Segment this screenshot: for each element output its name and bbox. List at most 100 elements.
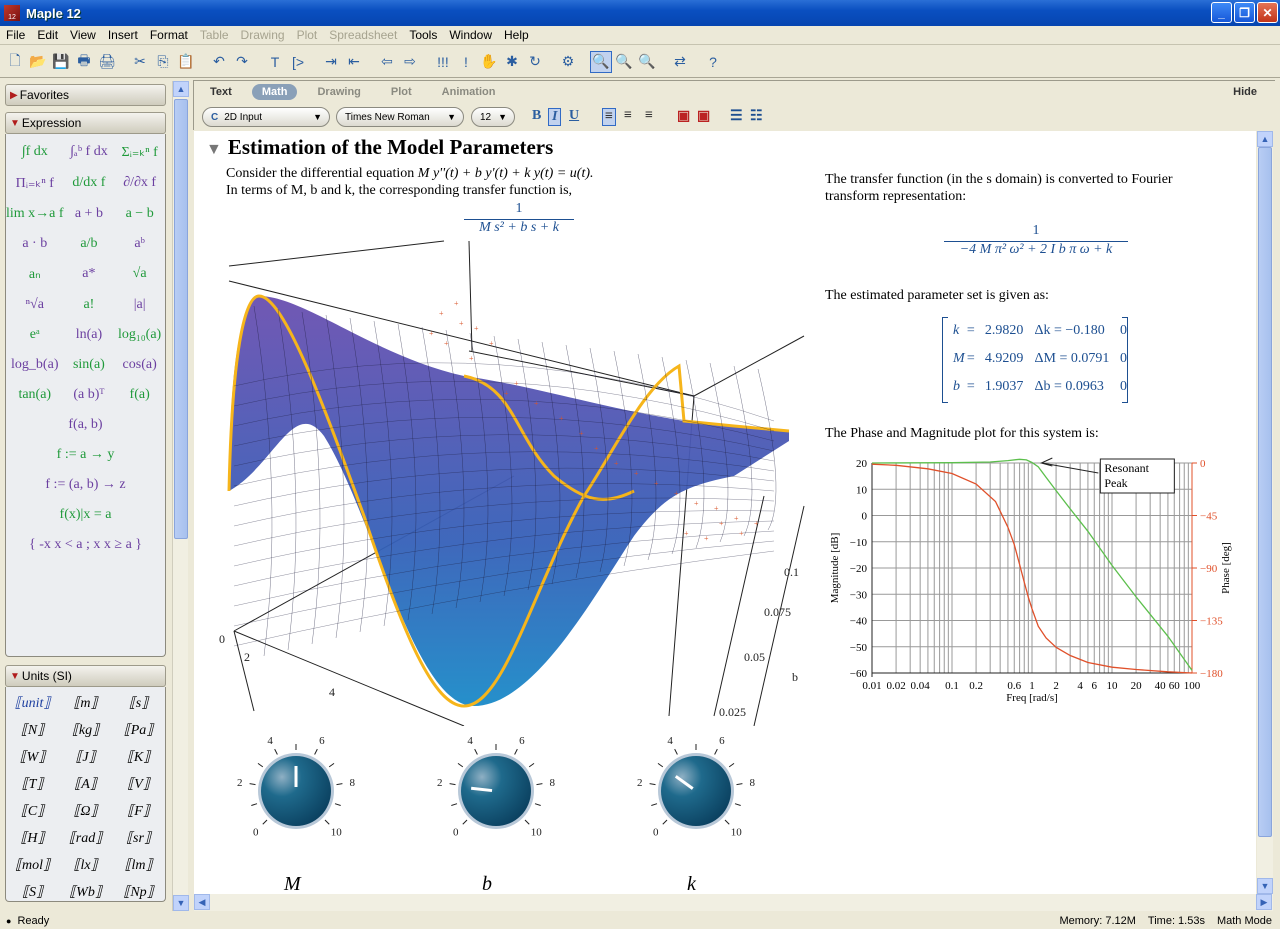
- unit-template[interactable]: ⟦W⟧: [6, 746, 59, 769]
- execution-group-button[interactable]: [>: [287, 51, 309, 73]
- minimize-button[interactable]: _: [1211, 2, 1232, 23]
- close-button[interactable]: ✕: [1257, 2, 1278, 23]
- expression-template[interactable]: a/b: [64, 232, 115, 256]
- restore-button[interactable]: ❐: [1234, 2, 1255, 23]
- menu-window[interactable]: Window: [443, 28, 498, 42]
- surface-plot-3d[interactable]: ++++++++++++++++++++++++++0240.10.0750.0…: [214, 236, 814, 726]
- parameter-matrix[interactable]: k = 2.9820 Δk = −0.180 0 M = 4.9209 ΔM = 0.0…: [942, 317, 1128, 403]
- unit-template[interactable]: ⟦S⟧: [6, 881, 59, 901]
- indent-button[interactable]: ⇥: [320, 51, 342, 73]
- menu-view[interactable]: View: [64, 28, 102, 42]
- expression-template[interactable]: a − b: [114, 202, 165, 226]
- menu-plot[interactable]: Plot: [291, 28, 324, 42]
- expression-template[interactable]: a + b: [64, 202, 115, 226]
- open-button[interactable]: 📂: [27, 51, 49, 73]
- align-center-button[interactable]: ≡: [624, 108, 632, 124]
- mode-tab-animation[interactable]: Animation: [432, 84, 506, 100]
- text-button[interactable]: T: [264, 51, 286, 73]
- input-mode-select[interactable]: C 2D Input ▼: [202, 107, 330, 127]
- bold-button[interactable]: B: [532, 108, 541, 124]
- expression-template[interactable]: Σᵢ₌ₖⁿ f: [114, 140, 165, 165]
- unit-template[interactable]: ⟦Np⟧: [112, 881, 165, 901]
- transfer-function[interactable]: 1M s² + b s + k: [464, 201, 574, 236]
- palette-header-expression[interactable]: ▼ Expression: [5, 112, 166, 134]
- palette-scrollbar[interactable]: ▲ ▼: [172, 81, 189, 911]
- maple-app-icon[interactable]: 12: [4, 5, 20, 21]
- unit-template[interactable]: ⟦Pa⟧: [112, 719, 165, 742]
- expression-template[interactable]: f(a, b): [6, 413, 165, 437]
- unit-template[interactable]: ⟦K⟧: [112, 746, 165, 769]
- toggle-input-button[interactable]: ⇄: [669, 51, 691, 73]
- expression-template[interactable]: eᵃ: [6, 323, 64, 347]
- knob-m[interactable]: 0 2 4 6 8 10: [237, 736, 356, 838]
- undo-button[interactable]: ↶: [208, 51, 230, 73]
- expression-template[interactable]: ln(a): [64, 323, 115, 347]
- section-heading[interactable]: ▼ Estimation of the Model Parameters: [206, 135, 553, 160]
- mode-tab-plot[interactable]: Plot: [381, 84, 422, 100]
- execute-button[interactable]: !: [455, 51, 477, 73]
- text-color-button[interactable]: ▣: [677, 108, 690, 125]
- copy-button[interactable]: ⎘: [152, 51, 174, 73]
- hide-button[interactable]: Hide: [1233, 86, 1257, 98]
- expression-template[interactable]: ∫f dx: [6, 140, 64, 165]
- execute-all-button[interactable]: !!!: [432, 51, 454, 73]
- italic-button[interactable]: I: [548, 108, 562, 126]
- menu-table[interactable]: Table: [194, 28, 235, 42]
- mode-tab-text[interactable]: Text: [200, 84, 242, 100]
- unit-template[interactable]: ⟦J⟧: [59, 746, 112, 769]
- scroll-thumb[interactable]: [174, 99, 188, 539]
- unit-template[interactable]: ⟦V⟧: [112, 773, 165, 796]
- expression-template[interactable]: √a: [114, 262, 165, 287]
- scroll-down-button[interactable]: ▼: [1257, 878, 1273, 894]
- numbered-list-button[interactable]: ☷: [750, 108, 763, 125]
- unit-template[interactable]: ⟦lm⟧: [112, 854, 165, 877]
- expression-template[interactable]: f := (a, b) → z: [6, 473, 165, 497]
- unit-template[interactable]: ⟦lx⟧: [59, 854, 112, 877]
- unit-template[interactable]: ⟦H⟧: [6, 827, 59, 850]
- unit-template[interactable]: ⟦F⟧: [112, 800, 165, 823]
- menu-insert[interactable]: Insert: [102, 28, 144, 42]
- redo-button[interactable]: ↷: [231, 51, 253, 73]
- restart-button[interactable]: ↻: [524, 51, 546, 73]
- palette-header-favorites[interactable]: ▶ Favorites: [5, 84, 166, 106]
- expression-template[interactable]: d/dx f: [64, 171, 115, 196]
- menu-drawing[interactable]: Drawing: [235, 28, 291, 42]
- expression-template[interactable]: log_b(a): [6, 353, 64, 377]
- align-left-button[interactable]: ≡: [602, 108, 616, 126]
- menu-help[interactable]: Help: [498, 28, 535, 42]
- debug-button[interactable]: ✱: [501, 51, 523, 73]
- unit-template[interactable]: ⟦rad⟧: [59, 827, 112, 850]
- expression-template[interactable]: a*: [64, 262, 115, 287]
- expression-template[interactable]: tan(a): [6, 383, 64, 407]
- fourier-transfer-function[interactable]: 1 −4 M π² ω² + 2 I b π ω + k: [944, 223, 1128, 258]
- horizontal-scrollbar[interactable]: ◀ ▶: [194, 894, 1273, 911]
- expression-template[interactable]: ⁿ√a: [6, 293, 64, 317]
- knob-b[interactable]: 0 2 4 6 8 10: [437, 736, 556, 838]
- expression-template[interactable]: Πᵢ₌ₖⁿ f: [6, 171, 64, 196]
- expression-template[interactable]: log₁₀(a): [114, 323, 165, 347]
- save-button[interactable]: 💾: [50, 51, 72, 73]
- unit-template[interactable]: ⟦Ω⟧: [59, 800, 112, 823]
- scroll-up-button[interactable]: ▲: [173, 81, 189, 97]
- bullet-list-button[interactable]: ☰: [730, 108, 743, 125]
- unit-template[interactable]: ⟦C⟧: [6, 800, 59, 823]
- new-button[interactable]: 🗋: [4, 51, 26, 73]
- unit-template[interactable]: ⟦mol⟧: [6, 854, 59, 877]
- menu-tools[interactable]: Tools: [403, 28, 443, 42]
- menu-edit[interactable]: Edit: [31, 28, 64, 42]
- expression-template[interactable]: |a|: [114, 293, 165, 317]
- expression-template[interactable]: ∂/∂x f: [114, 171, 165, 196]
- scroll-right-button[interactable]: ▶: [1256, 894, 1272, 910]
- section-collapse-icon[interactable]: ▼: [206, 141, 222, 158]
- forward-button[interactable]: ⇨: [399, 51, 421, 73]
- expression-template[interactable]: f(a): [114, 383, 165, 407]
- unit-template[interactable]: ⟦A⟧: [59, 773, 112, 796]
- settings-button[interactable]: ⚙: [557, 51, 579, 73]
- unit-template[interactable]: ⟦s⟧: [112, 692, 165, 715]
- unit-template[interactable]: ⟦sr⟧: [112, 827, 165, 850]
- menu-spreadsheet[interactable]: Spreadsheet: [323, 28, 403, 42]
- expression-template[interactable]: { -x x < a ; x x ≥ a }: [6, 533, 165, 557]
- zoom-100-button[interactable]: 🔍: [590, 50, 612, 73]
- expression-template[interactable]: aᵇ: [114, 232, 165, 256]
- menu-format[interactable]: Format: [144, 28, 194, 42]
